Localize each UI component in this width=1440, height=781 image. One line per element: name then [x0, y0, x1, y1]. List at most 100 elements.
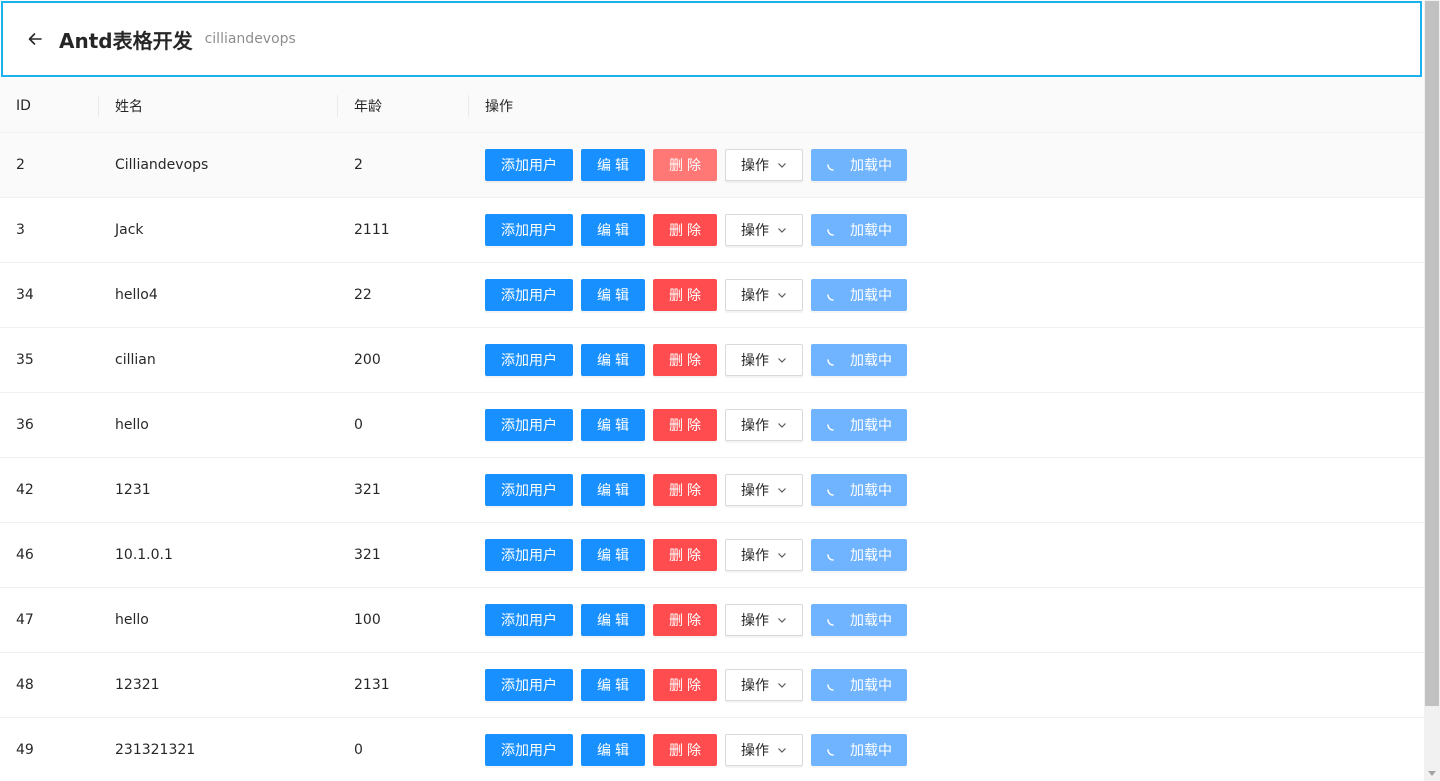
- more-actions-label: 操作: [741, 223, 769, 239]
- loading-button[interactable]: 加载中: [811, 604, 907, 636]
- edit-button[interactable]: 编辑: [581, 474, 645, 506]
- loading-button[interactable]: 加载中: [811, 734, 907, 766]
- scrollbar-thumb[interactable]: [1425, 1, 1439, 706]
- more-actions-label: 操作: [741, 483, 769, 499]
- cell-name: hello: [115, 612, 149, 628]
- table-row: 2 Cilliandevops 2 添加用户 编辑 删除 操作 加载中: [0, 133, 1424, 198]
- add-user-button[interactable]: 添加用户: [485, 214, 573, 246]
- cell-age: 2131: [354, 677, 390, 693]
- more-actions-dropdown[interactable]: 操作: [725, 474, 803, 506]
- content-area: Antd表格开发 cilliandevops ID 姓名 年龄 操作 2 Cil…: [0, 0, 1424, 781]
- loading-button[interactable]: 加载中: [811, 409, 907, 441]
- edit-button[interactable]: 编辑: [581, 734, 645, 766]
- cell-age: 321: [354, 482, 381, 498]
- edit-button[interactable]: 编辑: [581, 539, 645, 571]
- edit-button[interactable]: 编辑: [581, 409, 645, 441]
- arrow-left-icon: [28, 33, 42, 45]
- page-title: Antd表格开发: [59, 28, 193, 53]
- chevron-down-icon: [777, 160, 787, 170]
- loading-button[interactable]: 加载中: [811, 669, 907, 701]
- add-user-button[interactable]: 添加用户: [485, 669, 573, 701]
- column-header-actions: 操作: [485, 98, 513, 115]
- loading-label: 加载中: [850, 418, 892, 434]
- chevron-down-icon: [777, 745, 787, 755]
- cell-actions: 添加用户 编辑 删除 操作 加载中: [485, 393, 915, 457]
- vertical-scrollbar[interactable]: [1424, 0, 1440, 781]
- loading-button[interactable]: 加载中: [811, 279, 907, 311]
- delete-button[interactable]: 删除: [653, 214, 717, 246]
- cell-id: 46: [16, 547, 34, 563]
- loading-button[interactable]: 加载中: [811, 539, 907, 571]
- add-user-button[interactable]: 添加用户: [485, 539, 573, 571]
- cell-id: 36: [16, 417, 34, 433]
- column-header-name: 姓名: [115, 98, 143, 115]
- add-user-button[interactable]: 添加用户: [485, 149, 573, 181]
- loading-button[interactable]: 加载中: [811, 344, 907, 376]
- page-header: Antd表格开发 cilliandevops: [1, 1, 1422, 77]
- page: Antd表格开发 cilliandevops ID 姓名 年龄 操作 2 Cil…: [0, 0, 1440, 781]
- cell-id: 49: [16, 742, 34, 758]
- more-actions-dropdown[interactable]: 操作: [725, 279, 803, 311]
- delete-button[interactable]: 删除: [653, 279, 717, 311]
- loading-button[interactable]: 加载中: [811, 214, 907, 246]
- spinner-icon: [826, 158, 840, 172]
- add-user-button[interactable]: 添加用户: [485, 604, 573, 636]
- cell-name: Cilliandevops: [115, 157, 209, 173]
- edit-button[interactable]: 编辑: [581, 344, 645, 376]
- edit-button[interactable]: 编辑: [581, 149, 645, 181]
- cell-age: 0: [354, 742, 363, 758]
- more-actions-dropdown[interactable]: 操作: [725, 669, 803, 701]
- edit-button[interactable]: 编辑: [581, 669, 645, 701]
- more-actions-dropdown[interactable]: 操作: [725, 539, 803, 571]
- more-actions-dropdown[interactable]: 操作: [725, 214, 803, 246]
- scroll-down-arrow-icon[interactable]: [1428, 771, 1436, 777]
- cell-actions: 添加用户 编辑 删除 操作 加载中: [485, 198, 915, 262]
- delete-button[interactable]: 删除: [653, 149, 717, 181]
- more-actions-dropdown[interactable]: 操作: [725, 604, 803, 636]
- cell-name: hello4: [115, 287, 158, 303]
- more-actions-dropdown[interactable]: 操作: [725, 734, 803, 766]
- cell-name: 12321: [115, 677, 160, 693]
- cell-age: 22: [354, 287, 372, 303]
- delete-button[interactable]: 删除: [653, 604, 717, 636]
- add-user-button[interactable]: 添加用户: [485, 409, 573, 441]
- delete-button[interactable]: 删除: [653, 474, 717, 506]
- table-row: 3 Jack 2111 添加用户 编辑 删除 操作 加载中: [0, 198, 1424, 263]
- table-row: 42 1231 321 添加用户 编辑 删除 操作 加载中: [0, 458, 1424, 523]
- column-header-id: ID: [16, 97, 31, 114]
- edit-button[interactable]: 编辑: [581, 279, 645, 311]
- more-actions-dropdown[interactable]: 操作: [725, 149, 803, 181]
- edit-button[interactable]: 编辑: [581, 214, 645, 246]
- page-subtitle: cilliandevops: [204, 31, 296, 47]
- add-user-button[interactable]: 添加用户: [485, 279, 573, 311]
- add-user-button[interactable]: 添加用户: [485, 474, 573, 506]
- add-user-button[interactable]: 添加用户: [485, 344, 573, 376]
- column-header-age: 年龄: [354, 98, 382, 115]
- delete-button[interactable]: 删除: [653, 669, 717, 701]
- spinner-icon: [826, 548, 840, 562]
- cell-actions: 添加用户 编辑 删除 操作 加载中: [485, 653, 915, 717]
- back-button[interactable]: [23, 27, 47, 51]
- cell-age: 2111: [354, 222, 390, 238]
- cell-id: 47: [16, 612, 34, 628]
- more-actions-dropdown[interactable]: 操作: [725, 409, 803, 441]
- users-table: ID 姓名 年龄 操作 2 Cilliandevops 2 添加用户 编辑 删除…: [0, 78, 1424, 781]
- delete-button[interactable]: 删除: [653, 734, 717, 766]
- table-row: 48 12321 2131 添加用户 编辑 删除 操作 加载中: [0, 653, 1424, 718]
- cell-name: 231321321: [115, 742, 196, 758]
- add-user-button[interactable]: 添加用户: [485, 734, 573, 766]
- spinner-icon: [826, 353, 840, 367]
- delete-button[interactable]: 删除: [653, 539, 717, 571]
- chevron-down-icon: [777, 290, 787, 300]
- cell-age: 0: [354, 417, 363, 433]
- table-body: 2 Cilliandevops 2 添加用户 编辑 删除 操作 加载中 3 Ja…: [0, 133, 1424, 781]
- delete-button[interactable]: 删除: [653, 409, 717, 441]
- cell-name: 10.1.0.1: [115, 547, 173, 563]
- more-actions-dropdown[interactable]: 操作: [725, 344, 803, 376]
- delete-button[interactable]: 删除: [653, 344, 717, 376]
- loading-label: 加载中: [850, 158, 892, 174]
- edit-button[interactable]: 编辑: [581, 604, 645, 636]
- loading-button[interactable]: 加载中: [811, 149, 907, 181]
- more-actions-label: 操作: [741, 613, 769, 629]
- loading-button[interactable]: 加载中: [811, 474, 907, 506]
